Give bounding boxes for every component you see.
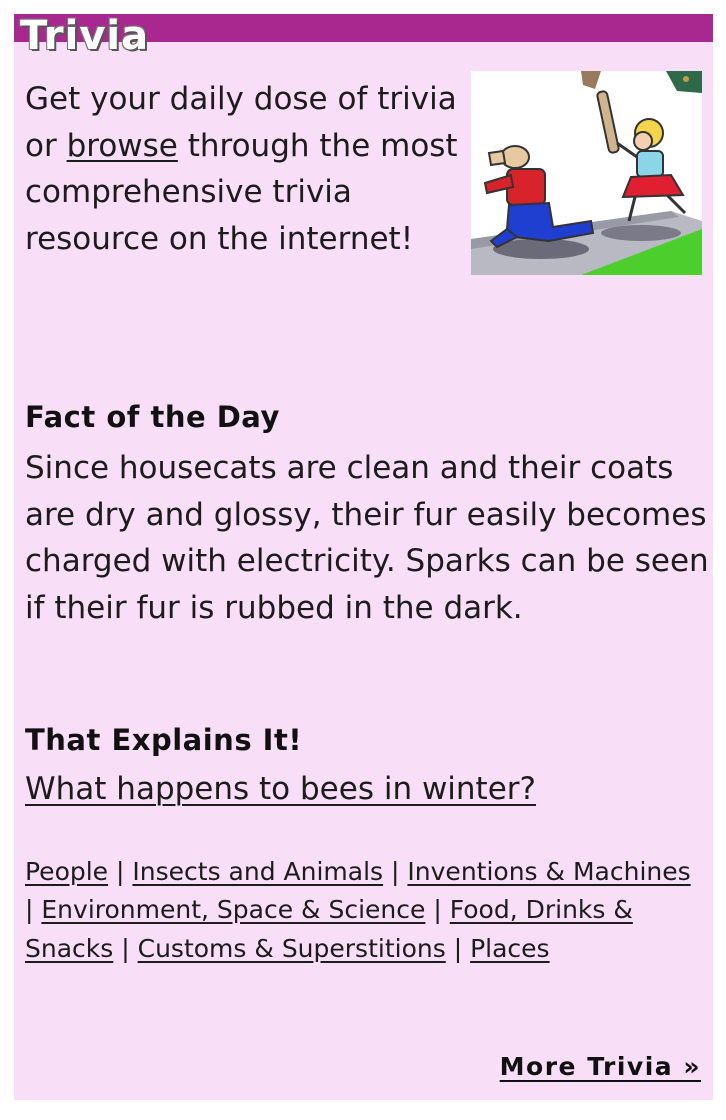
category-link-environment-space-science[interactable]: Environment, Space & Science <box>41 895 425 924</box>
separator: | <box>116 857 125 886</box>
that-explains-it-heading: That Explains It! <box>25 723 303 757</box>
separator: | <box>453 933 463 963</box>
more-trivia-link[interactable]: More Trivia » <box>500 1052 701 1081</box>
separator: | <box>433 895 442 925</box>
category-link-insects-and-animals[interactable]: Insects and Animals <box>132 857 383 886</box>
trivia-widget: Trivia Get your daily dose of trivia or … <box>14 13 713 1100</box>
category-link-places[interactable]: Places <box>470 934 550 963</box>
separator: | <box>121 933 130 963</box>
category-link-customs-and-superstitions[interactable]: Customs & Superstitions <box>138 934 446 963</box>
cartoon-chase-illustration <box>471 71 702 275</box>
bees-in-winter-link[interactable]: What happens to bees in winter? <box>25 766 536 813</box>
category-link-people[interactable]: People <box>25 857 108 886</box>
category-link-inventions-and-machines[interactable]: Inventions & Machines <box>407 857 690 886</box>
category-links: People | Insects and Animals | Invention… <box>25 853 695 968</box>
intro-text: Get your daily dose of trivia or browse … <box>25 76 465 262</box>
widget-title: Trivia <box>20 13 150 59</box>
separator: | <box>25 895 34 925</box>
fact-of-the-day-heading: Fact of the Day <box>25 400 280 434</box>
separator: | <box>391 857 400 886</box>
fact-of-the-day-text: Since housecats are clean and their coat… <box>25 450 709 626</box>
browse-link[interactable]: browse <box>67 128 178 164</box>
